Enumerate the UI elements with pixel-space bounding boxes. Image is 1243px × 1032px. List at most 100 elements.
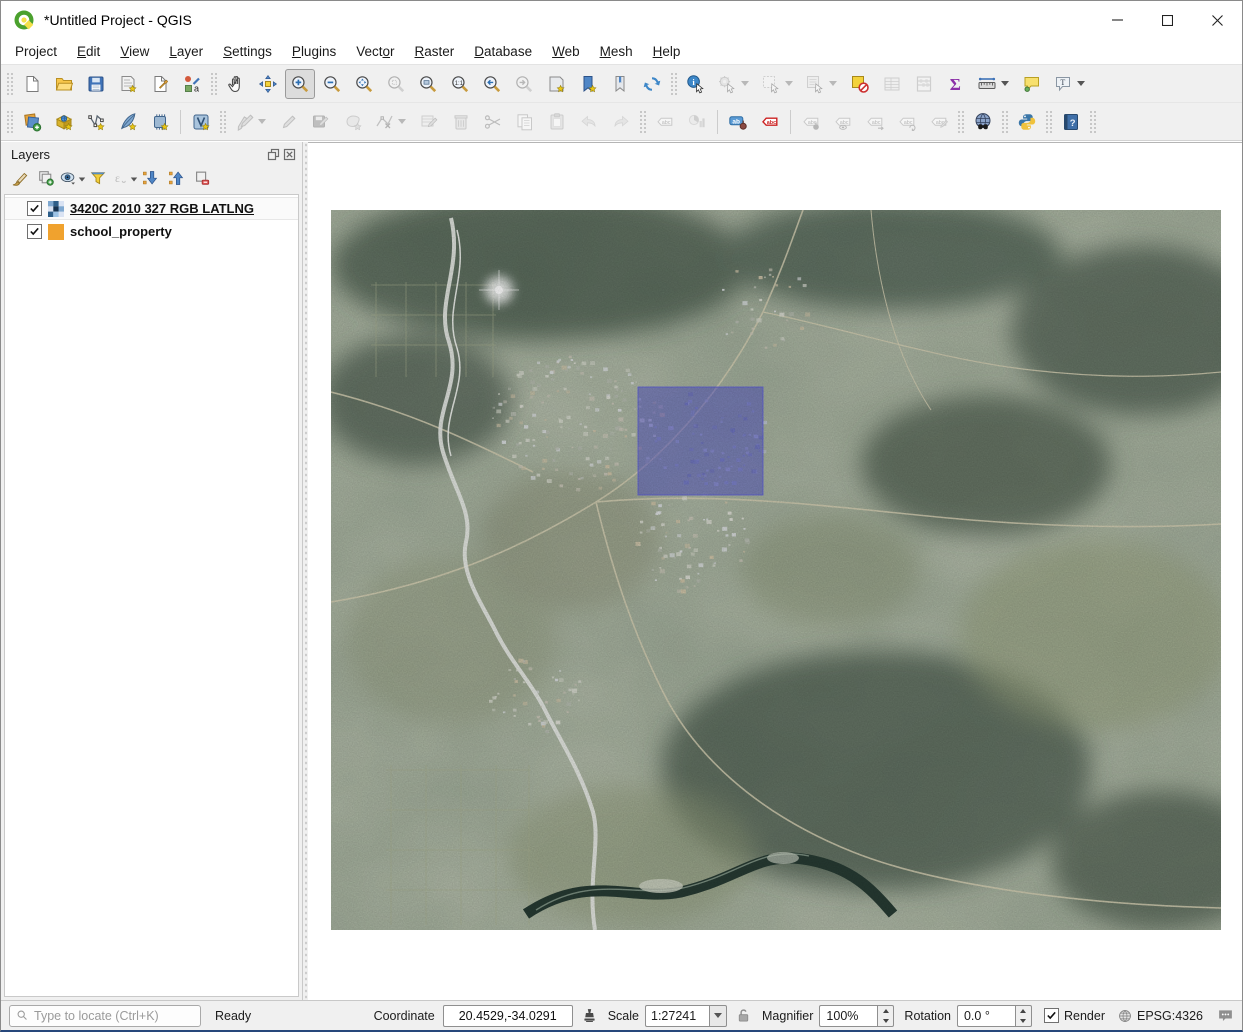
zoom-native-button[interactable]: 1:1 <box>445 69 475 99</box>
new-project-button[interactable] <box>17 69 47 99</box>
map-tips-button[interactable] <box>1017 69 1047 99</box>
show-layout-manager-button[interactable] <box>145 69 175 99</box>
abcPin-icon: abc <box>801 112 821 132</box>
zoom-full-button[interactable] <box>349 69 379 99</box>
data-source-manager-button[interactable] <box>17 107 47 137</box>
metasearch-button[interactable] <box>968 107 998 137</box>
zoom-last-button[interactable] <box>477 69 507 99</box>
coordinate-input[interactable]: 20.4529,-34.0291 <box>442 1004 573 1027</box>
minimize-button[interactable] <box>1092 1 1142 39</box>
help-contents-button[interactable]: ? <box>1056 107 1086 137</box>
expand-all-button[interactable] <box>137 167 163 191</box>
toolbar-grip[interactable] <box>957 109 965 134</box>
layer-label[interactable]: school_property <box>70 224 172 239</box>
new-geopackage-layer-button[interactable] <box>49 107 79 137</box>
open-project-button[interactable] <box>49 69 79 99</box>
toolbar-grip[interactable] <box>6 71 14 96</box>
layer-row-3420c-2010-327-rgb-latlng[interactable]: 3420C 2010 327 RGB LATLNG <box>5 197 298 220</box>
manage-map-themes-button[interactable] <box>59 167 85 191</box>
new-temporary-scratch-layer-button[interactable] <box>145 107 175 137</box>
menu-web[interactable]: Web <box>542 41 590 62</box>
rotation-spinbox[interactable]: 0.0 ° <box>956 1004 1032 1027</box>
float-panel-button[interactable] <box>267 148 280 161</box>
show-spatial-bookmarks-button[interactable] <box>605 69 635 99</box>
show-statistical-summary-button[interactable]: Σ <box>941 69 971 99</box>
scale-combobox[interactable]: 1:27241 <box>645 1004 727 1027</box>
close-button[interactable] <box>1192 1 1242 39</box>
maximize-button[interactable] <box>1142 1 1192 39</box>
layer-visibility-checkbox[interactable] <box>27 224 42 239</box>
layer-row-school-property[interactable]: school_property <box>5 220 298 243</box>
menu-help[interactable]: Help <box>643 41 691 62</box>
open-layer-styling-button[interactable] <box>7 167 33 191</box>
rotation-down[interactable] <box>1016 1016 1031 1026</box>
new-shapefile-layer-button[interactable] <box>81 107 111 137</box>
style-manager-button[interactable]: a <box>177 69 207 99</box>
filter-legend-button[interactable] <box>85 167 111 191</box>
toolbar-grip[interactable] <box>1001 109 1009 134</box>
toolbar-grip[interactable] <box>6 109 14 134</box>
deselect-all-features-button[interactable] <box>845 69 875 99</box>
menu-database[interactable]: Database <box>464 41 542 62</box>
magnifier-down[interactable] <box>878 1016 893 1026</box>
layer-diagram-options-button[interactable]: abc <box>755 107 785 137</box>
identify-features-button[interactable]: i <box>681 69 711 99</box>
menu-project[interactable]: Project <box>5 41 67 62</box>
menu-edit[interactable]: Edit <box>67 41 110 62</box>
pan-map-button[interactable] <box>221 69 251 99</box>
extents-toggle-icon[interactable] <box>581 1007 598 1024</box>
map-canvas[interactable] <box>308 142 1242 1000</box>
magnifier-value[interactable]: 100% <box>819 1004 878 1027</box>
magnifier-spinbox[interactable]: 100% <box>819 1004 895 1027</box>
layer-labeling-options-button[interactable]: ab <box>723 107 753 137</box>
menu-layer[interactable]: Layer <box>159 41 213 62</box>
new-spatialite-layer-button[interactable] <box>113 107 143 137</box>
menu-plugins[interactable]: Plugins <box>282 41 346 62</box>
layer-visibility-checkbox[interactable] <box>27 201 42 216</box>
zoom-to-layer-button[interactable] <box>413 69 443 99</box>
identify-icon: i <box>686 74 706 94</box>
zoom-out-button[interactable] <box>317 69 347 99</box>
crs-status[interactable]: EPSG:4326 <box>1117 1008 1203 1024</box>
toolbar-grip[interactable] <box>210 71 218 96</box>
render-checkbox[interactable] <box>1043 1008 1059 1023</box>
measure-line-dropdown-arrow[interactable] <box>1001 81 1009 86</box>
remove-layer-button[interactable] <box>189 167 215 191</box>
deselectAll-icon <box>850 74 870 94</box>
toolbar-grip[interactable] <box>1089 109 1097 134</box>
text-annotation-button[interactable]: T <box>1049 69 1091 99</box>
lock-scale-icon[interactable] <box>735 1007 752 1024</box>
menu-mesh[interactable]: Mesh <box>590 41 643 62</box>
menu-vector[interactable]: Vector <box>346 41 404 62</box>
menu-view[interactable]: View <box>110 41 159 62</box>
collapse-all-button[interactable] <box>163 167 189 191</box>
new-virtual-layer-button[interactable] <box>186 107 216 137</box>
toolbar-grip[interactable] <box>1045 109 1053 134</box>
menu-raster[interactable]: Raster <box>405 41 465 62</box>
new-print-layout-button[interactable] <box>113 69 143 99</box>
pan-to-selection-button[interactable] <box>253 69 283 99</box>
measure-line-button[interactable] <box>973 69 1015 99</box>
locator-search-input[interactable]: Type to locate (Ctrl+K) <box>9 1004 201 1027</box>
rotation-up[interactable] <box>1016 1006 1031 1016</box>
new-spatial-bookmark-button[interactable] <box>573 69 603 99</box>
toolbar-grip[interactable] <box>219 109 227 134</box>
scale-value[interactable]: 1:27241 <box>645 1004 709 1027</box>
refresh-map-button[interactable] <box>637 69 667 99</box>
layer-label[interactable]: 3420C 2010 327 RGB LATLNG <box>70 201 254 216</box>
new-map-view-button[interactable] <box>541 69 571 99</box>
scale-dropdown-arrow[interactable] <box>709 1004 727 1027</box>
text-annotation-dropdown-arrow[interactable] <box>1077 81 1085 86</box>
rotation-value[interactable]: 0.0 ° <box>956 1004 1015 1027</box>
toolbar-grip[interactable] <box>639 109 647 134</box>
magnifier-up[interactable] <box>878 1006 893 1016</box>
zoom-in-button[interactable] <box>285 68 315 99</box>
close-panel-button[interactable] <box>283 148 296 161</box>
toolbar-grip[interactable] <box>670 71 678 96</box>
messages-icon[interactable] <box>1217 1007 1234 1024</box>
add-group-button[interactable] <box>33 167 59 191</box>
manage-map-themes-dropdown-arrow[interactable] <box>78 177 85 181</box>
python-console-button[interactable] <box>1012 107 1042 137</box>
menu-settings[interactable]: Settings <box>213 41 282 62</box>
save-project-button[interactable] <box>81 69 111 99</box>
